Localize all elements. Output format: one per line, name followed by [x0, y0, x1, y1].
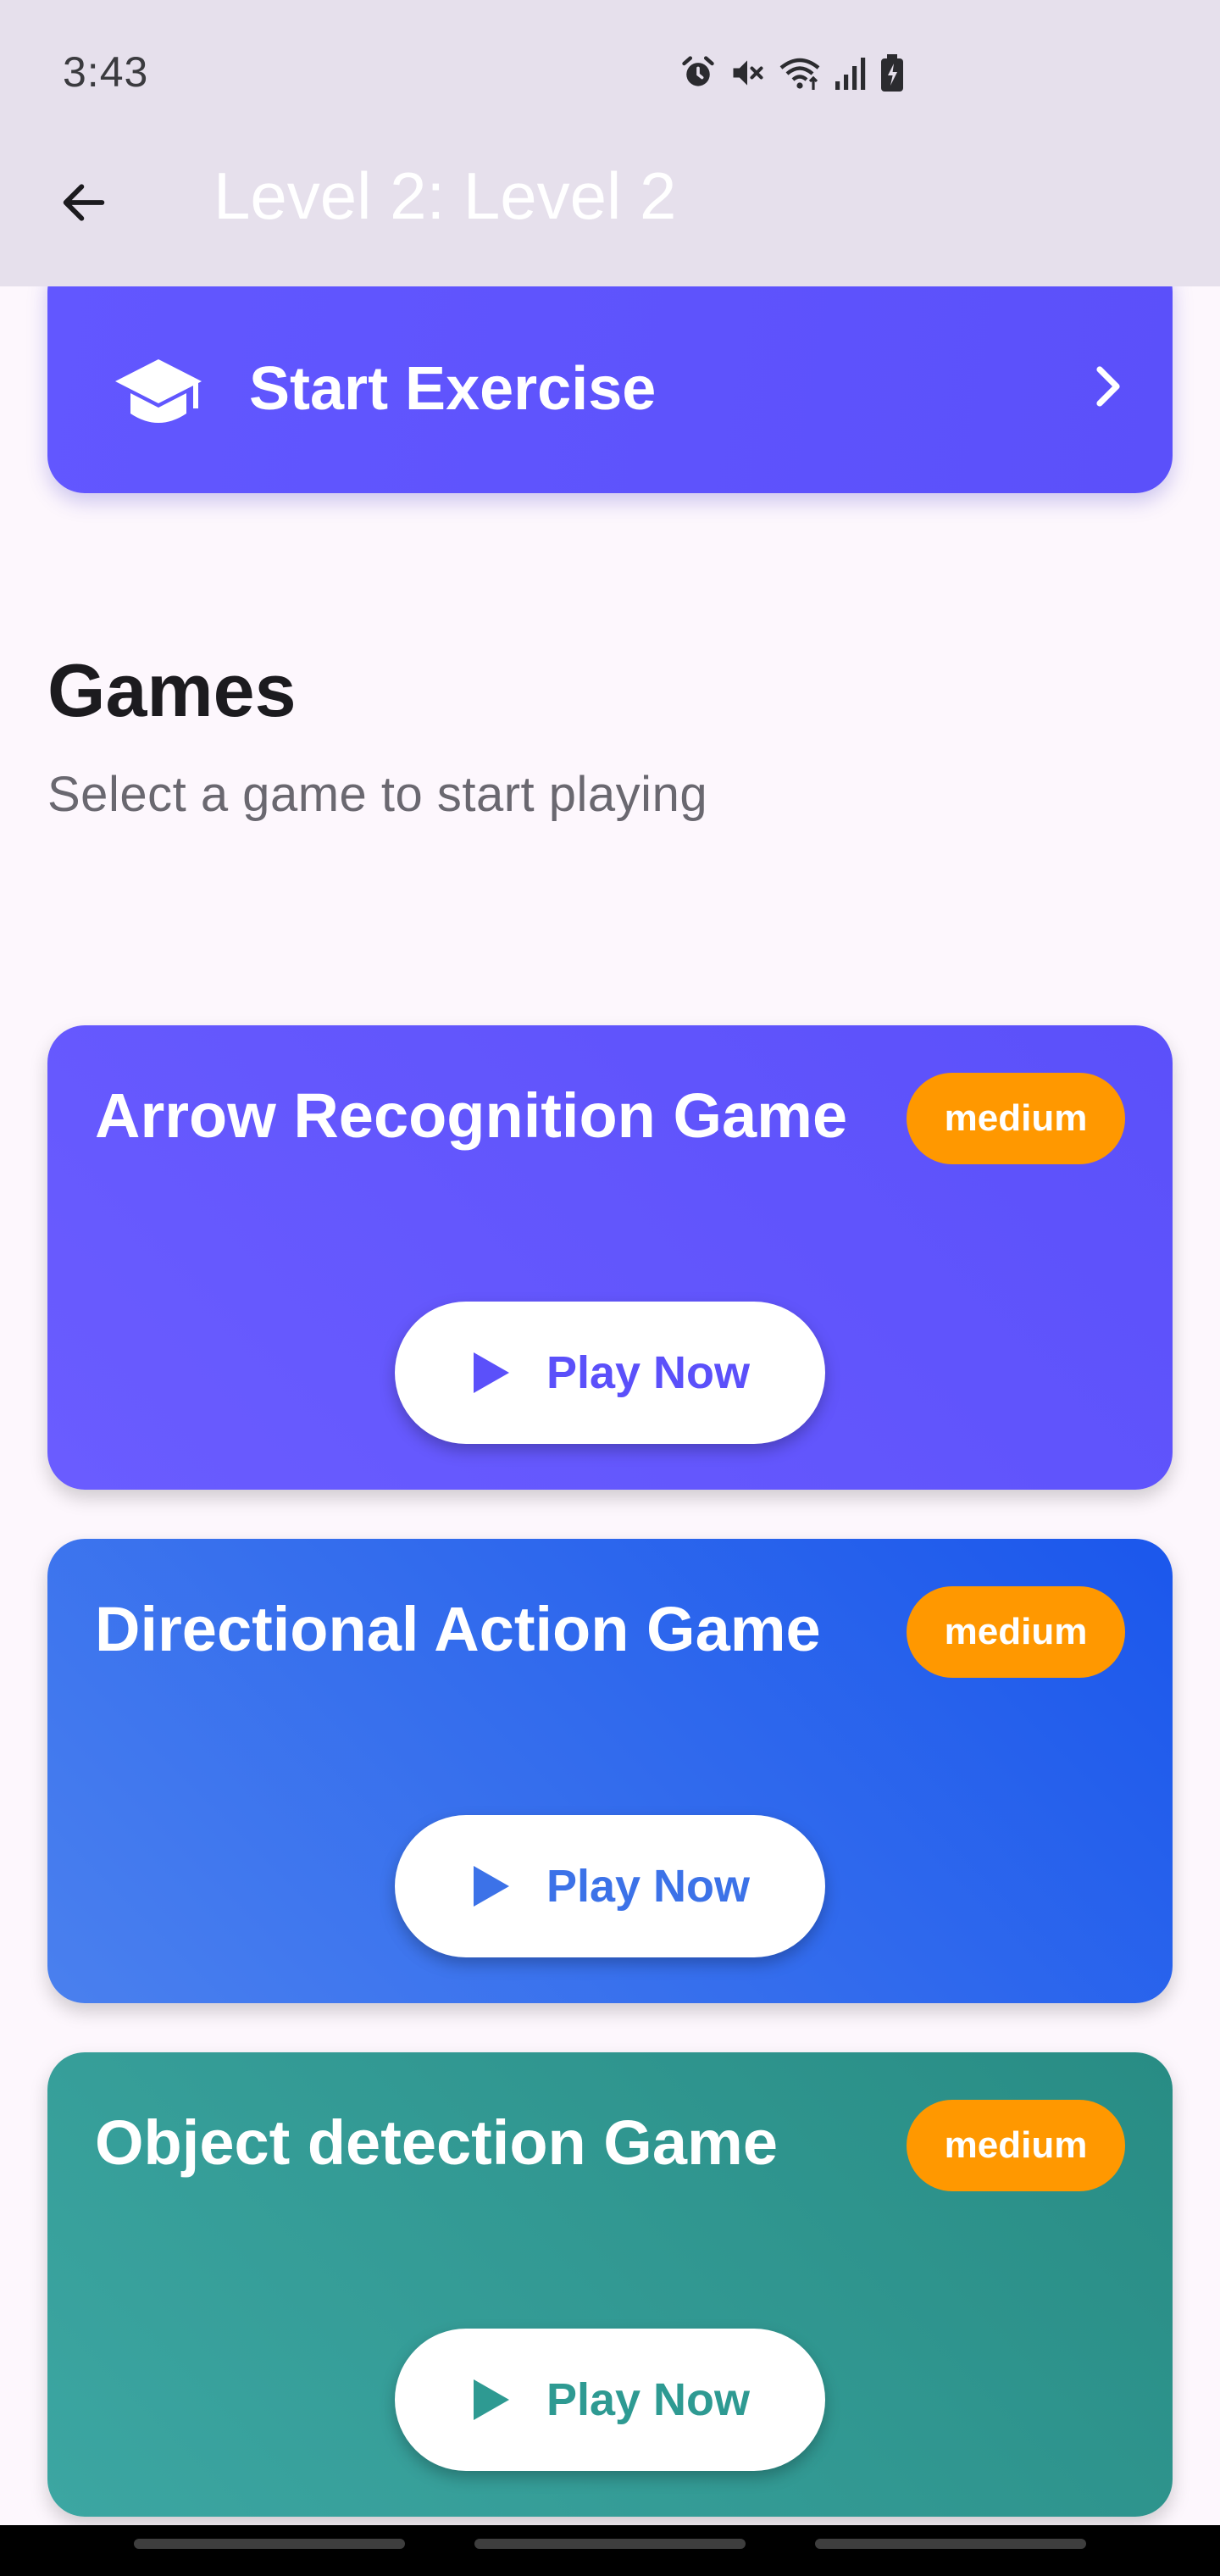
start-exercise-label: Start Exercise — [249, 355, 657, 423]
difficulty-badge: medium — [907, 1586, 1125, 1678]
game-card: Arrow Recognition Game medium Play Now — [47, 1025, 1173, 1490]
section-title: Games — [47, 648, 297, 732]
play-now-button[interactable]: Play Now — [395, 1302, 825, 1444]
mute-icon — [729, 54, 766, 92]
game-title: Object detection Game — [95, 2107, 778, 2178]
status-time: 3:43 — [63, 48, 149, 96]
game-title: Directional Action Game — [95, 1594, 821, 1664]
difficulty-badge: medium — [907, 2100, 1125, 2191]
nav-handle[interactable] — [815, 2539, 1086, 2549]
play-now-label: Play Now — [546, 1347, 751, 1398]
battery-icon — [879, 53, 905, 92]
play-icon — [473, 2379, 509, 2420]
nav-handle[interactable] — [474, 2539, 746, 2549]
play-icon — [473, 1866, 509, 1907]
graduation-cap-icon — [115, 359, 202, 423]
play-now-label: Play Now — [546, 2374, 751, 2425]
nav-handle[interactable] — [134, 2539, 405, 2549]
game-title: Arrow Recognition Game — [95, 1080, 848, 1151]
alarm-icon — [679, 54, 717, 92]
difficulty-badge: medium — [907, 1073, 1125, 1164]
chevron-right-icon — [1096, 366, 1120, 407]
status-icons — [679, 49, 905, 97]
game-card: Directional Action Game medium Play Now — [47, 1539, 1173, 2003]
wifi-icon — [778, 54, 822, 92]
play-icon — [473, 1352, 509, 1393]
navigation-bar — [0, 2525, 1220, 2576]
play-now-button[interactable]: Play Now — [395, 2329, 825, 2471]
arrow-left-icon — [63, 184, 105, 221]
game-card: Object detection Game medium Play Now — [47, 2052, 1173, 2517]
section-subtitle: Select a game to start playing — [47, 767, 708, 822]
app-bar: 3:43 Level 2: Level 2 — [0, 0, 1220, 286]
play-now-label: Play Now — [546, 1861, 751, 1912]
signal-icon — [834, 54, 868, 92]
play-now-button[interactable]: Play Now — [395, 1815, 825, 1957]
back-button[interactable] — [47, 166, 120, 239]
page-title: Level 2: Level 2 — [214, 158, 677, 233]
start-exercise-button[interactable]: Start Exercise — [47, 254, 1173, 493]
